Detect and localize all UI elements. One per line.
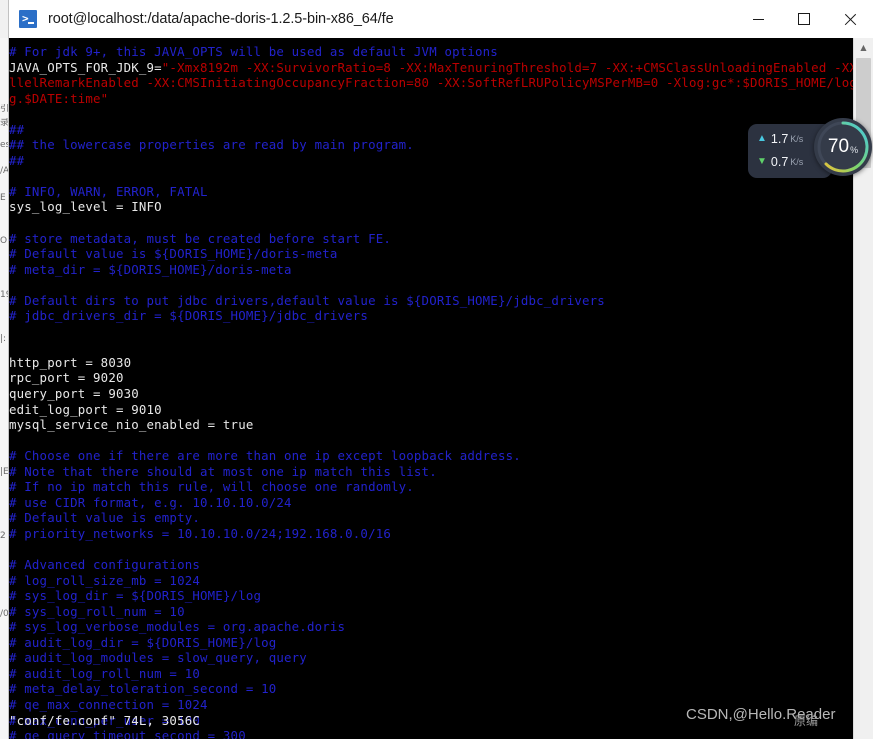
bg-glyph: 2: [0, 531, 6, 541]
vim-line: # sys_log_verbose_modules = org.apache.d…: [9, 619, 346, 635]
vim-line: llelRemarkEnabled -XX:CMSInitiatingOccup…: [9, 75, 873, 91]
vim-line: mysql_service_nio_enabled = true: [9, 417, 254, 433]
vim-line: # For jdk 9+, this JAVA_OPTS will be use…: [9, 44, 498, 59]
vim-line: # INFO, WARN, ERROR, FATAL: [9, 183, 208, 199]
desktop-background: 引 录 es /A E O 19 |: |E 2 /0 root@localho…: [0, 0, 873, 739]
vim-line: # Choose one if there are more than one …: [9, 448, 521, 464]
vim-line: # jdbc_drivers_dir = ${DORIS_HOME}/jdbc_…: [9, 308, 369, 324]
upload-speed-unit: K/s: [790, 134, 804, 144]
vim-line: ## the lowercase properties are read by …: [9, 137, 414, 153]
close-button[interactable]: [827, 0, 873, 38]
vim-line: # meta_dir = ${DORIS_HOME}/doris-meta: [9, 261, 292, 277]
cpu-usage-gauge[interactable]: 70 %: [814, 118, 872, 176]
bg-glyph: O: [0, 236, 8, 246]
window-controls: [735, 0, 873, 38]
vim-line: [9, 324, 873, 340]
bg-glyph: /A: [0, 166, 9, 176]
vim-status-line: "conf/fe.conf" 74L, 3056C: [9, 713, 200, 729]
arrow-down-icon: ▼: [757, 156, 767, 167]
vim-line: [9, 339, 873, 355]
vim-line: # sys_log_dir = ${DORIS_HOME}/log: [9, 588, 262, 604]
close-icon: [844, 13, 857, 26]
minimize-button[interactable]: [735, 0, 781, 38]
vim-line: # meta_delay_toleration_second = 10: [9, 681, 277, 697]
download-speed-unit: K/s: [790, 157, 804, 167]
vim-line: [9, 168, 873, 184]
scrollbar-up-arrow-icon[interactable]: ▲: [854, 38, 873, 56]
bg-glyph: /0: [0, 609, 9, 619]
vim-line: # audit_log_roll_num = 10: [9, 665, 200, 681]
vim-line: [9, 215, 873, 231]
window-titlebar[interactable]: root@localhost:/data/apache-doris-1.2.5-…: [9, 0, 873, 39]
vim-line: ##: [9, 121, 25, 137]
terminal-window: root@localhost:/data/apache-doris-1.2.5-…: [9, 0, 873, 739]
vim-line: # store metadata, must be created before…: [9, 230, 391, 246]
vim-line: [9, 433, 873, 449]
vim-line: # priority_networks = 10.10.10.0/24;192.…: [9, 525, 391, 541]
terminal-body[interactable]: # For jdk 9+, this JAVA_OPTS will be use…: [9, 38, 873, 739]
vim-line: edit_log_port = 9010: [9, 401, 162, 417]
vim-line: # qe_query_timeout_second = 300: [9, 728, 246, 739]
maximize-icon: [798, 13, 810, 25]
vim-line: # Note that there should at most one ip …: [9, 463, 437, 479]
vim-line: [9, 542, 873, 558]
bg-glyph: es: [0, 140, 9, 150]
vim-line: # log_roll_size_mb = 1024: [9, 572, 200, 588]
bg-glyph: 录: [0, 118, 9, 128]
vim-line: sys_log_level = INFO: [9, 199, 162, 215]
vim-line: ##: [9, 152, 25, 168]
bg-glyph: E: [0, 193, 6, 203]
network-monitor-widget[interactable]: ▲ 1.7 K/s ▼ 0.7 K/s 70 %: [748, 118, 873, 184]
bg-glyph: 引: [0, 104, 9, 114]
vim-line: # Default value is ${DORIS_HOME}/doris-m…: [9, 246, 338, 262]
vim-line: # Advanced configurations: [9, 557, 200, 573]
cpu-usage-label: 70 %: [814, 118, 872, 176]
window-title: root@localhost:/data/apache-doris-1.2.5-…: [48, 11, 394, 27]
vim-line: [9, 106, 873, 122]
upload-speed-value: 1.7: [770, 132, 789, 146]
arrow-up-icon: ▲: [757, 133, 767, 144]
cpu-usage-value: 70: [827, 136, 850, 157]
vim-line: # qe_max_connection = 1024: [9, 696, 208, 712]
vim-line: rpc_port = 9020: [9, 370, 124, 386]
download-speed-value: 0.7: [770, 155, 789, 169]
vim-line: # Default dirs to put jdbc drivers,defau…: [9, 292, 605, 308]
vim-line: # sys_log_roll_num = 10: [9, 603, 185, 619]
bg-glyph: |:: [0, 334, 7, 344]
vim-line: JAVA_OPTS_FOR_JDK_9="-Xmx8192m -XX:Survi…: [9, 59, 873, 75]
cpu-usage-suffix: %: [850, 145, 859, 155]
vim-buffer[interactable]: # For jdk 9+, this JAVA_OPTS will be use…: [9, 44, 873, 739]
bg-glyph: 19: [0, 290, 9, 300]
vim-line: # audit_log_modules = slow_query, query: [9, 650, 307, 666]
vim-line: [9, 277, 873, 293]
bg-glyph: |E: [0, 467, 9, 477]
terminal-icon: [19, 10, 37, 28]
vim-line: # audit_log_dir = ${DORIS_HOME}/log: [9, 634, 277, 650]
vim-line: # use CIDR format, e.g. 10.10.10.0/24: [9, 494, 292, 510]
maximize-button[interactable]: [781, 0, 827, 38]
vim-line: # If no ip match this rule, will choose …: [9, 479, 414, 495]
vim-line: query_port = 9030: [9, 386, 139, 402]
vim-line: http_port = 8030: [9, 354, 132, 370]
vim-line: g.$DATE:time": [9, 90, 109, 106]
vim-line: # Default value is empty.: [9, 510, 200, 526]
minimize-icon: [752, 18, 764, 20]
